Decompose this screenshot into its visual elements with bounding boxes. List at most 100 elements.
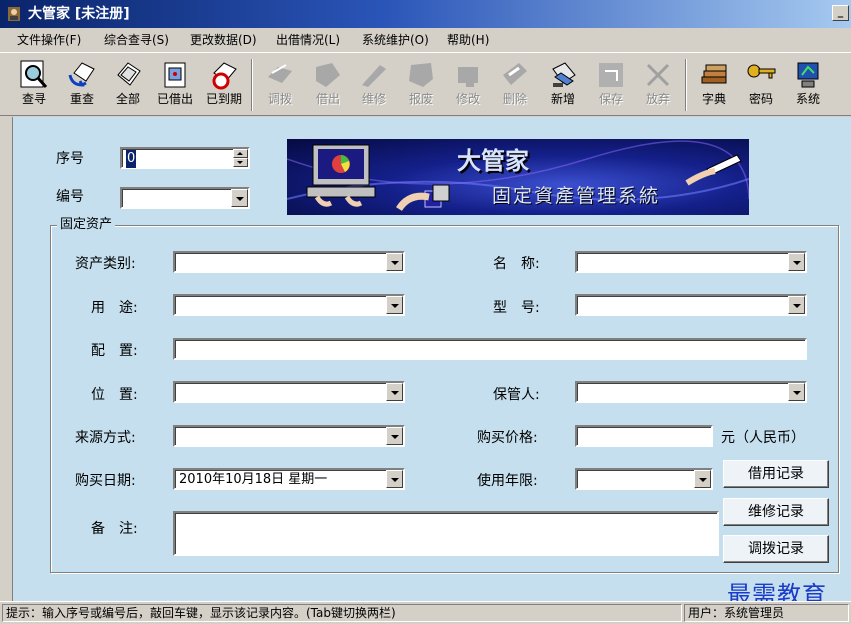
- menu-edit-data[interactable]: 更改数据(D): [187, 31, 260, 49]
- name-label: 名 称:: [493, 256, 540, 272]
- system-button[interactable]: 系统: [786, 57, 830, 113]
- lent-icon: [164, 62, 186, 88]
- serial-spinner[interactable]: 0: [120, 147, 250, 169]
- new-button-label: 新增: [550, 92, 575, 106]
- price-unit: 元（人民币）: [721, 430, 805, 446]
- delete-button-label: 删除: [502, 92, 527, 106]
- requery-button-label: 重查: [69, 92, 94, 106]
- show-all-button[interactable]: 全部: [106, 57, 150, 113]
- delete-button[interactable]: 删除: [493, 57, 537, 113]
- code-label: 编号: [56, 189, 84, 205]
- banner-title: 大管家: [457, 147, 529, 175]
- chevron-down-icon[interactable]: [788, 253, 805, 271]
- save-button[interactable]: 保存: [589, 57, 633, 113]
- scrap-icon: [409, 63, 433, 87]
- modify-button-label: 修改: [455, 92, 480, 106]
- banner-subtitle: 固定資產管理系統: [492, 185, 661, 207]
- menu-help[interactable]: 帮助(H): [444, 31, 492, 49]
- scrap-button-label: 报废: [408, 92, 433, 106]
- repair-record-button[interactable]: 维修记录: [723, 498, 829, 526]
- show-all-button-label: 全部: [115, 92, 140, 106]
- chevron-down-icon[interactable]: [386, 296, 403, 314]
- chevron-down-icon[interactable]: [788, 383, 805, 401]
- spin-down-icon[interactable]: [233, 158, 248, 167]
- chevron-down-icon[interactable]: [386, 383, 403, 401]
- requery-button[interactable]: 重查: [60, 57, 104, 113]
- serial-value: 0: [126, 150, 137, 168]
- window-title: 大管家 [未注册]: [28, 6, 130, 22]
- repair-icon: [362, 65, 386, 87]
- model-label: 型 号:: [493, 300, 540, 316]
- service-life-label: 使用年限:: [477, 473, 538, 489]
- status-bar: 提示：输入序号或编号后，敲回车键，显示该记录内容。(Tab键切换两栏) 用户：系…: [0, 601, 851, 624]
- price-label: 购买价格:: [477, 430, 538, 446]
- menu-bar: 文件操作(F) 综合查寻(S) 更改数据(D) 出借情况(L) 系统维护(O) …: [0, 28, 851, 52]
- password-button[interactable]: 密码: [739, 57, 783, 113]
- discard-icon: [646, 63, 670, 87]
- model-combo[interactable]: [575, 294, 807, 316]
- expired-button[interactable]: 已到期: [202, 57, 246, 113]
- menu-file[interactable]: 文件操作(F): [14, 31, 84, 49]
- toolbar-separator: [251, 59, 253, 111]
- chevron-down-icon[interactable]: [788, 296, 805, 314]
- expired-icon: [212, 62, 237, 90]
- menu-lending[interactable]: 出借情况(L): [273, 31, 343, 49]
- keeper-combo[interactable]: [575, 381, 807, 403]
- lent-out-button[interactable]: 已借出: [153, 57, 197, 113]
- new-button[interactable]: 新增: [541, 57, 585, 113]
- transfer-button[interactable]: 调拨: [258, 57, 302, 113]
- category-combo[interactable]: [173, 251, 405, 273]
- service-life-combo[interactable]: [575, 468, 713, 490]
- left-frame: [0, 117, 13, 601]
- requery-icon: [68, 62, 95, 87]
- serial-spin-buttons[interactable]: [233, 149, 248, 167]
- key-icon: [747, 64, 776, 79]
- remark-textarea[interactable]: [173, 511, 719, 556]
- edit-icon: [458, 67, 478, 87]
- code-combo[interactable]: [120, 187, 250, 209]
- modify-button[interactable]: 修改: [446, 57, 490, 113]
- discard-button[interactable]: 放弃: [636, 57, 680, 113]
- purchase-date-value: 2010年10月18日 星期一: [179, 472, 328, 487]
- title-bar: 大管家 [未注册] _: [0, 0, 851, 28]
- lend-button[interactable]: 借出: [306, 57, 350, 113]
- category-label: 资产类别:: [75, 256, 136, 272]
- chevron-down-icon[interactable]: [386, 470, 403, 488]
- search-button-label: 查寻: [21, 92, 46, 106]
- menu-search[interactable]: 综合查寻(S): [101, 31, 172, 49]
- chevron-down-icon[interactable]: [694, 470, 711, 488]
- chevron-down-icon[interactable]: [386, 253, 403, 271]
- location-label: 位 置:: [91, 387, 138, 403]
- status-user: 用户：系统管理员: [684, 604, 849, 622]
- purchase-date-label: 购买日期:: [75, 473, 136, 489]
- menu-system[interactable]: 系统维护(O): [359, 31, 432, 49]
- dictionary-icon: [701, 64, 727, 84]
- scrap-button[interactable]: 报废: [399, 57, 443, 113]
- search-icon: [20, 60, 48, 88]
- remark-label: 备 注:: [91, 521, 138, 537]
- lend-icon: [316, 63, 340, 87]
- repair-button-label: 维修: [361, 92, 386, 106]
- borrow-record-button[interactable]: 借用记录: [723, 460, 829, 488]
- location-combo[interactable]: [173, 381, 405, 403]
- name-combo[interactable]: [575, 251, 807, 273]
- transfer-icon: [268, 64, 292, 83]
- config-input[interactable]: [173, 338, 807, 360]
- minimize-button[interactable]: _: [832, 5, 849, 21]
- status-hint: 提示：输入序号或编号后，敲回车键，显示该记录内容。(Tab键切换两栏): [2, 604, 682, 622]
- chevron-down-icon[interactable]: [386, 427, 403, 445]
- usage-combo[interactable]: [173, 294, 405, 316]
- transfer-record-button[interactable]: 调拨记录: [723, 535, 829, 563]
- dictionary-button[interactable]: 字典: [692, 57, 736, 113]
- purchase-date-picker[interactable]: 2010年10月18日 星期一: [173, 468, 405, 490]
- delete-icon: [503, 63, 527, 85]
- transfer-button-label: 调拨: [267, 92, 292, 106]
- price-input[interactable]: [575, 425, 713, 447]
- spin-up-icon[interactable]: [233, 149, 248, 158]
- expired-button-label: 已到期: [205, 92, 242, 106]
- chevron-down-icon[interactable]: [231, 189, 248, 207]
- source-combo[interactable]: [173, 425, 405, 447]
- repair-button[interactable]: 维修: [352, 57, 396, 113]
- save-button-label: 保存: [598, 92, 623, 106]
- search-button[interactable]: 查寻: [12, 57, 56, 113]
